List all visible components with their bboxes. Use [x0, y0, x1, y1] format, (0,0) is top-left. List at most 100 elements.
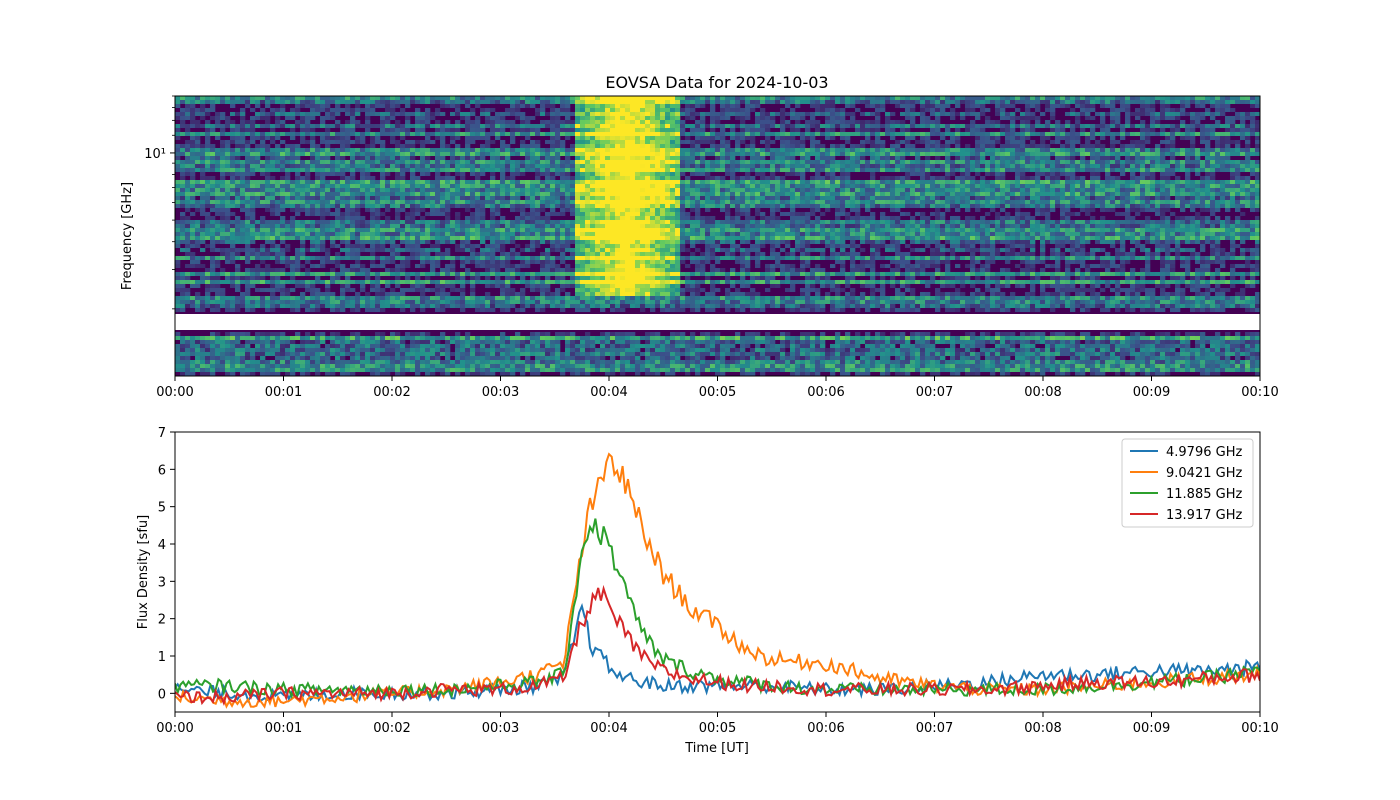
- heatmap-cell: [1125, 112, 1131, 116]
- heatmap-cell: [615, 116, 621, 120]
- heatmap-cell: [465, 128, 471, 132]
- heatmap-cell: [265, 160, 271, 164]
- heatmap-cell: [1005, 124, 1011, 128]
- heatmap-cell: [910, 116, 916, 120]
- heatmap-cell: [1200, 116, 1206, 120]
- heatmap-cell: [590, 120, 596, 124]
- heatmap-cell: [770, 180, 776, 184]
- heatmap-cell: [960, 132, 966, 136]
- heatmap-cell: [230, 164, 236, 168]
- heatmap-cell: [590, 144, 596, 148]
- heatmap-cell: [500, 196, 506, 200]
- heatmap-cell: [940, 152, 946, 156]
- heatmap-cell: [870, 196, 876, 200]
- heatmap-cell: [1095, 124, 1101, 128]
- heatmap-cell: [975, 160, 981, 164]
- heatmap-cell: [580, 168, 586, 172]
- heatmap-cell: [1165, 144, 1171, 148]
- heatmap-cell: [490, 164, 496, 168]
- heatmap-cell: [475, 176, 481, 180]
- heatmap-cell: [335, 184, 341, 188]
- heatmap-cell: [435, 172, 441, 176]
- heatmap-cell: [240, 120, 246, 124]
- heatmap-cell: [740, 148, 746, 152]
- heatmap-cell: [1235, 196, 1241, 200]
- heatmap-cell: [1200, 148, 1206, 152]
- heatmap-cell: [175, 148, 181, 152]
- heatmap-cell: [325, 188, 331, 192]
- heatmap-cell: [645, 96, 651, 100]
- heatmap-cell: [180, 176, 186, 180]
- heatmap-cell: [455, 152, 461, 156]
- heatmap-cell: [1050, 124, 1056, 128]
- heatmap-cell: [885, 188, 891, 192]
- heatmap-cell: [420, 168, 426, 172]
- heatmap-cell: [265, 96, 271, 100]
- heatmap-cell: [750, 184, 756, 188]
- heatmap-cell: [1120, 184, 1126, 188]
- heatmap-cell: [635, 144, 641, 148]
- heatmap-cell: [235, 188, 241, 192]
- heatmap-cell: [785, 96, 791, 100]
- heatmap-cell: [645, 180, 651, 184]
- heatmap-cell: [595, 176, 601, 180]
- heatmap-cell: [645, 160, 651, 164]
- heatmap-cell: [690, 196, 696, 200]
- heatmap-cell: [1055, 152, 1061, 156]
- heatmap-cell: [885, 180, 891, 184]
- heatmap-cell: [985, 148, 991, 152]
- heatmap-cell: [310, 144, 316, 148]
- heatmap-cell: [1040, 112, 1046, 116]
- heatmap-cell: [790, 100, 796, 104]
- heatmap-cell: [1075, 100, 1081, 104]
- heatmap-cell: [645, 132, 651, 136]
- heatmap-cell: [445, 164, 451, 168]
- heatmap-cell: [190, 100, 196, 104]
- heatmap-cell: [1160, 108, 1166, 112]
- heatmap-cell: [495, 120, 501, 124]
- heatmap-cell: [1200, 96, 1206, 100]
- heatmap-cell: [1065, 132, 1071, 136]
- heatmap-cell: [1130, 124, 1136, 128]
- heatmap-cell: [745, 196, 751, 200]
- heatmap-cell: [505, 200, 511, 204]
- heatmap-cell: [320, 120, 326, 124]
- heatmap-cell: [175, 184, 181, 188]
- heatmap-cell: [490, 100, 496, 104]
- heatmap-cell: [405, 192, 411, 196]
- heatmap-cell: [265, 144, 271, 148]
- heatmap-cell: [590, 128, 596, 132]
- heatmap-cell: [1125, 148, 1131, 152]
- heatmap-cell: [1060, 180, 1066, 184]
- heatmap-cell: [670, 120, 676, 124]
- heatmap-cell: [985, 120, 991, 124]
- heatmap-cell: [1225, 148, 1231, 152]
- heatmap-cell: [415, 152, 421, 156]
- heatmap-cell: [435, 124, 441, 128]
- heatmap-cell: [390, 192, 396, 196]
- heatmap-cell: [1160, 128, 1166, 132]
- heatmap-cell: [830, 172, 836, 176]
- heatmap-cell: [835, 152, 841, 156]
- heatmap-cell: [635, 112, 641, 116]
- heatmap-cell: [515, 160, 521, 164]
- heatmap-cell: [530, 160, 536, 164]
- heatmap-cell: [295, 132, 301, 136]
- heatmap-cell: [1115, 100, 1121, 104]
- heatmap-cell: [1045, 148, 1051, 152]
- heatmap-cell: [1215, 192, 1221, 196]
- heatmap-cell: [470, 120, 476, 124]
- heatmap-cell: [245, 104, 251, 108]
- heatmap-cell: [355, 192, 361, 196]
- heatmap-cell: [755, 100, 761, 104]
- heatmap-cell: [1005, 136, 1011, 140]
- heatmap-cell: [1090, 116, 1096, 120]
- chart-title: EOVSA Data for 2024-10-03: [605, 73, 828, 92]
- heatmap-cell: [540, 188, 546, 192]
- heatmap-cell: [555, 200, 561, 204]
- heatmap-cell: [720, 200, 726, 204]
- heatmap-cell: [945, 148, 951, 152]
- heatmap-cell: [685, 132, 691, 136]
- heatmap-cell: [960, 116, 966, 120]
- heatmap-cell: [790, 188, 796, 192]
